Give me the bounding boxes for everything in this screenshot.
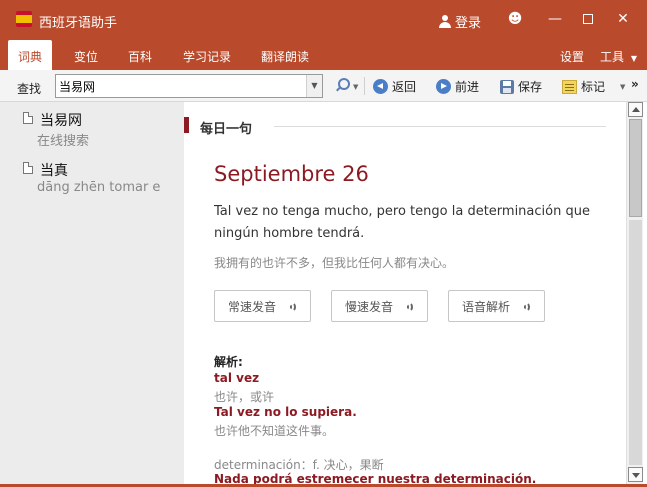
scrollbar-thumb[interactable] [629,119,642,217]
analysis-term: Tal vez no lo supiera. [214,405,357,419]
mark-button[interactable]: 标记 [562,78,605,95]
word-definition: determinación：f. 决心，果断 [214,458,384,472]
analysis-term: tal vez [214,371,260,385]
tools-menu[interactable]: 工具 ▼ [600,48,637,65]
settings-menu[interactable]: 设置 [560,48,584,65]
tab-conjugation[interactable]: 变位 [74,48,98,65]
search-input[interactable] [56,75,304,97]
scroll-up-arrow-icon[interactable] [628,102,643,117]
analysis-audio-button[interactable]: 语音解析 [448,290,545,322]
search-combo[interactable]: ▼ [55,74,323,98]
back-button[interactable]: 返回 [373,78,416,95]
tab-translate-read[interactable]: 翻译朗读 [261,48,309,65]
daily-quote-spanish: Tal vez no tenga mucho, pero tengo la de… [214,204,590,241]
sound-wave-icon [405,300,417,314]
login-button[interactable]: 登录 [439,12,481,31]
slow-speed-label: 慢速发音 [345,299,394,314]
list-item-subtitle: dāng zhēn tomar e [37,180,161,195]
title-bar: 西班牙语助手 登录 ☻ — ✕ [0,0,647,40]
list-item-subtitle: 在线搜索 [37,134,90,149]
forward-arrow-icon [436,79,451,94]
normal-speed-label: 常速发音 [228,299,277,314]
back-label: 返回 [392,80,417,94]
section-divider [274,126,606,127]
back-arrow-icon [373,79,388,94]
forward-button[interactable]: 前进 [436,78,479,95]
section-marker [184,117,189,133]
save-button[interactable]: 保存 [500,78,542,95]
search-dropdown-button[interactable]: ▼ [306,75,322,97]
slow-speed-button[interactable]: 慢速发音 [331,290,428,322]
document-icon [23,162,33,174]
search-icon[interactable] [335,78,350,92]
list-item-word: 当易网 [40,113,82,129]
analysis-gloss: 也许，或许 [214,390,275,404]
menu-bar: 词典 变位 百科 学习记录 翻译朗读 设置 工具 ▼ [0,40,647,70]
list-item-word: 当真 [40,163,68,179]
scroll-down-arrow-icon[interactable] [628,467,643,482]
daily-date: Septiembre 26 [214,162,369,186]
search-options-chevron-icon[interactable]: ▼ [353,83,358,91]
forward-label: 前进 [455,80,480,94]
tab-dictionary[interactable]: 词典 [8,40,53,70]
maximize-icon[interactable] [579,10,597,28]
search-label: 查找 [17,82,42,96]
separator [364,77,365,95]
user-icon [439,14,451,29]
analysis-audio-label: 语音解析 [462,299,511,314]
sound-wave-icon [288,300,300,314]
sound-wave-icon [522,300,534,314]
spain-flag-icon [16,11,32,27]
login-label: 登录 [455,16,482,31]
close-icon[interactable]: ✕ [614,10,632,28]
word-list-panel: 当易网 在线搜索 当真 dāng zhēn tomar e [0,102,184,487]
content-pane: 每日一句 Septiembre 26 Tal vez no tenga much… [184,102,626,487]
mark-options-chevron-icon[interactable]: ▼ [620,83,625,91]
section-title: 每日一句 [200,122,253,137]
chevron-down-icon: ▼ [630,54,637,63]
bookmark-note-icon [562,79,577,94]
save-label: 保存 [518,80,543,94]
vertical-scrollbar[interactable] [626,102,643,485]
document-icon [23,112,33,124]
app-title: 西班牙语助手 [39,16,118,31]
minimize-icon[interactable]: — [546,10,564,28]
tools-label: 工具 [600,50,625,64]
mark-label: 标记 [581,80,606,94]
toolbar: 查找 ▼ ▼ 返回 前进 保存 标记 ▼ » [0,70,647,102]
smiley-icon[interactable]: ☻ [506,10,524,28]
normal-speed-button[interactable]: 常速发音 [214,290,311,322]
tab-encyclopedia[interactable]: 百科 [128,48,152,65]
tab-study-record[interactable]: 学习记录 [183,48,231,65]
save-disk-icon [500,79,514,94]
scrollbar-track[interactable] [629,220,642,465]
analysis-gloss: 也许他不知道这件事。 [214,424,335,438]
analysis-heading: 解析: [214,355,243,369]
toolbar-overflow-button[interactable]: » [631,77,639,91]
daily-quote-chinese: 我拥有的也许不多，但我比任何人都有决心。 [214,256,455,270]
